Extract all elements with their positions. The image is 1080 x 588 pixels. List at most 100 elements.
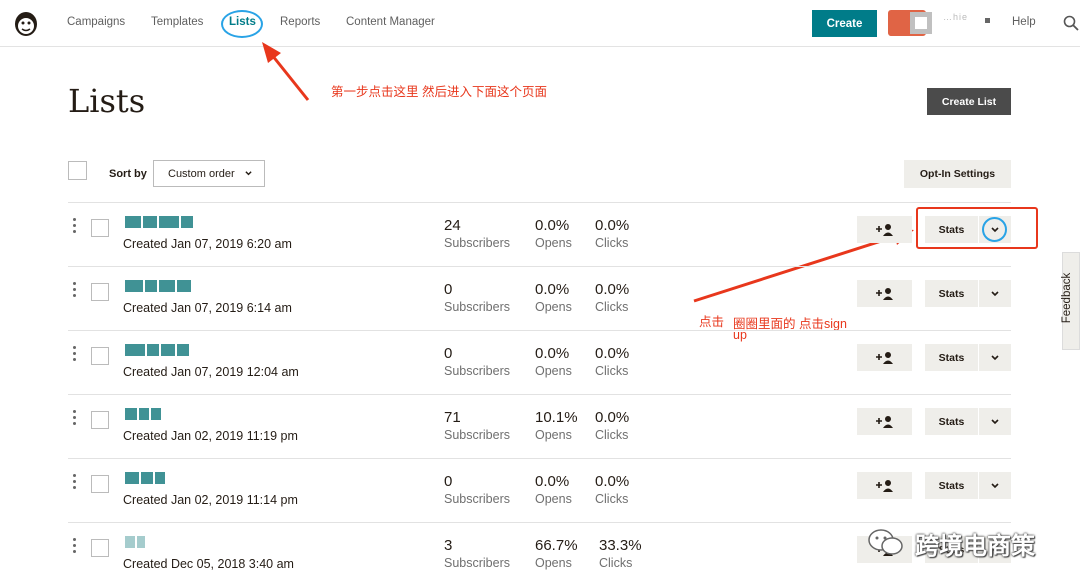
add-contact-button[interactable] — [857, 344, 912, 371]
opens-stat: 0.0% Opens — [535, 217, 572, 250]
select-all-checkbox[interactable] — [68, 161, 87, 180]
add-contact-icon — [875, 415, 893, 428]
clicks-value: 33.3% — [599, 537, 642, 554]
opens-label: Opens — [535, 556, 572, 570]
subscribers-value: 0 — [444, 281, 453, 298]
add-contact-icon — [875, 479, 893, 492]
clicks-label: Clicks — [599, 556, 633, 570]
nav-reports[interactable]: Reports — [280, 16, 320, 28]
stats-button[interactable]: Stats — [925, 344, 978, 371]
subscribers-stat: 0 Subscribers — [444, 345, 510, 378]
list-created: Created Jan 07, 2019 6:20 am — [123, 237, 292, 251]
clicks-value: 0.0% — [595, 473, 630, 490]
subscribers-label: Subscribers — [444, 364, 510, 378]
nav-templates[interactable]: Templates — [151, 16, 203, 28]
account-caret-icon[interactable] — [985, 18, 990, 23]
drag-handle-icon[interactable] — [73, 538, 77, 554]
add-contact-button[interactable] — [857, 216, 912, 243]
mailchimp-logo-icon[interactable] — [11, 8, 41, 38]
subscribers-value: 0 — [444, 345, 453, 362]
sort-label: Sort by — [109, 168, 147, 180]
list-name-redacted[interactable] — [125, 535, 207, 549]
drag-handle-icon[interactable] — [73, 346, 77, 362]
subscribers-value: 24 — [444, 217, 461, 234]
clicks-label: Clicks — [595, 428, 629, 442]
row-checkbox[interactable] — [91, 475, 109, 493]
stats-dropdown-button[interactable] — [979, 472, 1011, 499]
clicks-value: 0.0% — [595, 345, 630, 362]
list-name-redacted[interactable] — [125, 279, 207, 293]
annotation-step1: 第一步点击这里 然后进入下面这个页面 — [331, 85, 547, 99]
account-name[interactable]: …hie — [943, 12, 968, 22]
stats-dropdown-button[interactable] — [979, 408, 1011, 435]
list-created: Created Jan 07, 2019 12:04 am — [123, 365, 299, 379]
optin-settings-button[interactable]: Opt-In Settings — [904, 160, 1011, 188]
list-name-redacted[interactable] — [125, 343, 207, 357]
top-nav: Campaigns Templates Lists Reports Conten… — [0, 0, 1080, 47]
subscribers-label: Subscribers — [444, 492, 510, 506]
opens-value: 0.0% — [535, 281, 570, 298]
clicks-stat: 0.0% Clicks — [595, 217, 629, 250]
create-button[interactable]: Create — [812, 10, 877, 37]
drag-handle-icon[interactable] — [73, 410, 77, 426]
opens-stat: 0.0% Opens — [535, 345, 572, 378]
subscribers-label: Subscribers — [444, 300, 510, 314]
drag-handle-icon[interactable] — [73, 218, 77, 234]
drag-handle-icon[interactable] — [73, 282, 77, 298]
page-title: Lists — [68, 82, 146, 120]
feedback-label[interactable]: Feedback — [1061, 268, 1073, 328]
help-link[interactable]: Help — [1012, 16, 1036, 28]
clicks-label: Clicks — [595, 300, 629, 314]
add-contact-button[interactable] — [857, 472, 912, 499]
stats-dropdown-button[interactable] — [979, 280, 1011, 307]
annotation-box-stats — [916, 207, 1038, 249]
list-row: Created Jan 07, 2019 6:14 am 0 Subscriber… — [68, 266, 1011, 330]
add-contact-button[interactable] — [857, 408, 912, 435]
clicks-stat: 0.0% Clicks — [595, 281, 629, 314]
add-contact-icon — [875, 223, 893, 236]
chevron-down-icon — [991, 290, 999, 296]
clicks-value: 0.0% — [595, 281, 630, 298]
nav-content-manager[interactable]: Content Manager — [346, 16, 435, 28]
create-list-button[interactable]: Create List — [927, 88, 1011, 115]
opens-stat: 0.0% Opens — [535, 473, 572, 506]
row-checkbox[interactable] — [91, 219, 109, 237]
chevron-down-icon — [991, 354, 999, 360]
subscribers-stat: 0 Subscribers — [444, 281, 510, 314]
opens-value: 0.0% — [535, 473, 570, 490]
search-icon[interactable] — [1063, 15, 1079, 31]
subscribers-stat: 24 Subscribers — [444, 217, 510, 250]
stats-button[interactable]: Stats — [925, 280, 978, 307]
opens-stat: 10.1% Opens — [535, 409, 578, 442]
subscribers-stat: 0 Subscribers — [444, 473, 510, 506]
nav-campaigns[interactable]: Campaigns — [67, 16, 125, 28]
subscribers-label: Subscribers — [444, 556, 510, 570]
add-contact-icon — [875, 287, 893, 300]
add-contact-button[interactable] — [857, 280, 912, 307]
opens-stat: 0.0% Opens — [535, 281, 572, 314]
stats-dropdown-button[interactable] — [979, 344, 1011, 371]
drag-handle-icon[interactable] — [73, 474, 77, 490]
subscribers-value: 3 — [444, 537, 453, 554]
row-checkbox[interactable] — [91, 347, 109, 365]
row-checkbox[interactable] — [91, 411, 109, 429]
opens-value: 66.7% — [535, 537, 578, 554]
row-checkbox[interactable] — [91, 539, 109, 557]
list-row: Created Jan 07, 2019 12:04 am 0 Subscribe… — [68, 330, 1011, 394]
list-name-redacted[interactable] — [125, 471, 207, 485]
list-created: Created Jan 02, 2019 11:19 pm — [123, 429, 298, 443]
list-name-redacted[interactable] — [125, 407, 207, 421]
list-name-redacted[interactable] — [125, 215, 207, 229]
opens-label: Opens — [535, 236, 572, 250]
stats-button[interactable]: Stats — [925, 408, 978, 435]
list-created: Created Jan 02, 2019 11:14 pm — [123, 493, 298, 507]
opens-value: 0.0% — [535, 345, 570, 362]
opens-stat: 66.7% Opens — [535, 537, 578, 570]
sort-select[interactable]: Custom order — [153, 160, 265, 187]
list-row: Created Jan 07, 2019 6:20 am 24 Subscribe… — [68, 202, 1011, 266]
subscribers-stat: 3 Subscribers — [444, 537, 510, 570]
annotation-circle-dropdown — [982, 217, 1007, 242]
stats-button[interactable]: Stats — [925, 472, 978, 499]
row-checkbox[interactable] — [91, 283, 109, 301]
clicks-value: 0.0% — [595, 217, 630, 234]
